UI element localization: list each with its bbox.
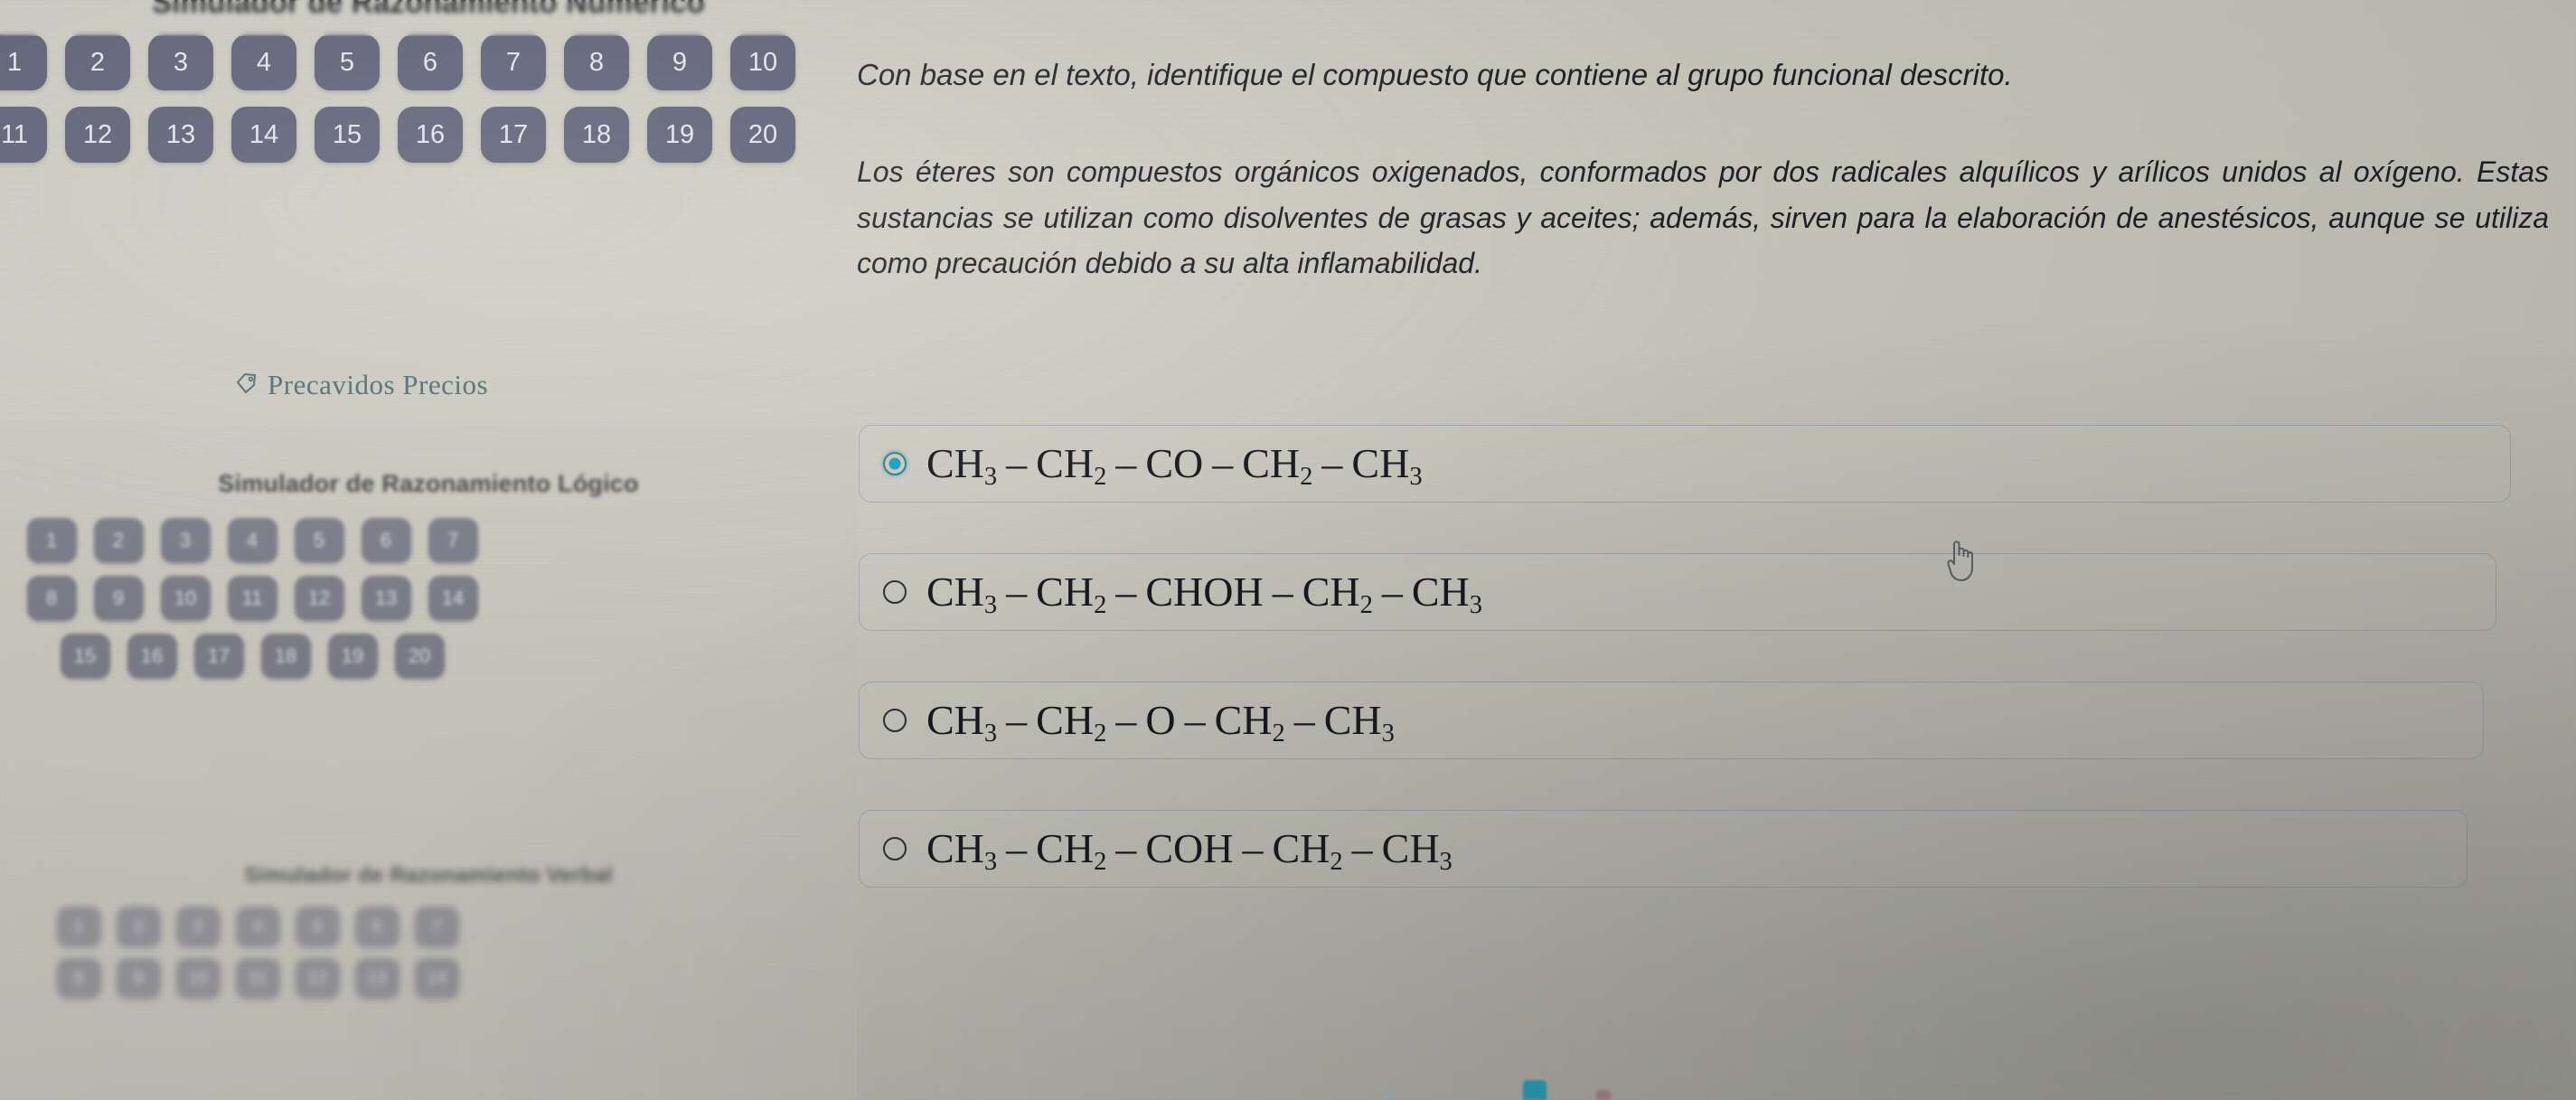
question-number-button[interactable]: 16: [398, 107, 463, 163]
question-number-button[interactable]: 19: [647, 107, 712, 163]
question-number-button[interactable]: 5: [294, 518, 344, 563]
question-number-button[interactable]: 13: [148, 107, 213, 163]
question-number-button[interactable]: 7: [481, 34, 546, 90]
answer-option-c[interactable]: CH3– CH2– O – CH2– CH3: [859, 682, 2484, 759]
question-number-button[interactable]: 14: [231, 107, 296, 163]
radio-button[interactable]: [883, 837, 907, 860]
answer-option-d[interactable]: CH3– CH2– COH – CH2– CH3: [859, 810, 2468, 888]
question-number-button[interactable]: 10: [175, 958, 221, 999]
question-number-button[interactable]: 10: [730, 34, 795, 90]
question-number-button[interactable]: 3: [175, 907, 221, 947]
question-number-button[interactable]: 17: [193, 634, 244, 679]
brand-name: Precavidos Precios: [268, 369, 489, 400]
question-number-button[interactable]: 20: [730, 107, 795, 163]
section-title-numerico: Simulador de Razonamiento Numérico: [152, 0, 705, 19]
question-number-button[interactable]: 12: [295, 958, 340, 999]
section-title-logico: Simulador de Razonamiento Lógico: [218, 470, 639, 497]
question-number-grid-logico[interactable]: 1 2 3 4 5 6 7 8 9 10 11 12 13 14 15 16 17 18 19 20: [13, 518, 492, 679]
question-number-button[interactable]: 12: [294, 576, 344, 621]
question-number-button[interactable]: 17: [481, 107, 546, 163]
question-number-button[interactable]: 5: [315, 34, 380, 90]
question-number-button[interactable]: 1: [0, 34, 47, 90]
question-number-button[interactable]: 18: [564, 107, 629, 163]
brand-logo[interactable]: Precavidos Precios: [233, 369, 488, 401]
question-number-button[interactable]: 2: [116, 907, 161, 947]
question-number-button[interactable]: 8: [26, 576, 77, 621]
price-tag-icon: [233, 371, 259, 400]
section-razonamiento-verbal: Simulador de Razonamiento Verbal 1234567…: [0, 863, 857, 999]
question-number-button[interactable]: 13: [361, 576, 411, 621]
reading-passage: Los éteres son compuestos orgánicos oxig…: [857, 155, 2549, 280]
question-number-button[interactable]: 7: [414, 907, 459, 947]
question-number-button[interactable]: 14: [414, 958, 459, 999]
question-number-button[interactable]: 5: [295, 907, 340, 947]
question-number-button[interactable]: 1: [56, 907, 101, 947]
question-number-button[interactable]: 15: [315, 107, 380, 163]
chemical-formula: CH3– CH2– CO – CH2– CH3: [926, 440, 1423, 491]
question-number-button[interactable]: 12: [65, 107, 130, 163]
question-prompt: Con base en el texto, identifique el com…: [857, 58, 2013, 91]
question-number-button[interactable]: 14: [428, 576, 478, 621]
question-number-button[interactable]: 2: [65, 34, 130, 90]
question-number-button[interactable]: 18: [260, 634, 311, 679]
radio-button[interactable]: [883, 709, 907, 732]
question-number-button[interactable]: 10: [160, 576, 211, 621]
question-number-button[interactable]: 6: [354, 907, 400, 947]
question-number-grid-verbal[interactable]: 1 2 3 4 5 6 7 8 9 10 11 12 13 14: [50, 907, 465, 999]
question-number-button[interactable]: 9: [116, 958, 161, 999]
screen-bottom-artifact-blue: [1385, 1092, 1396, 1100]
question-number-button[interactable]: 19: [327, 634, 378, 679]
question-number-button[interactable]: 9: [93, 576, 144, 621]
question-number-button[interactable]: 2: [93, 518, 144, 563]
question-number-button[interactable]: 7: [428, 518, 478, 563]
radio-button-selected[interactable]: [883, 452, 907, 475]
chemical-formula: CH3– CH2– CHOH – CH2– CH3: [926, 569, 1483, 619]
question-number-button[interactable]: 6: [361, 518, 411, 563]
question-number-grid-numerico[interactable]: 1 2 3 4 5 6 7 8 9 10 11 12 13 14 15 16 17 18 19 20: [0, 34, 795, 163]
question-number-button[interactable]: 9: [647, 34, 712, 90]
question-number-button[interactable]: 15: [60, 634, 110, 679]
section-title-verbal: Simulador de Razonamiento Verbal: [244, 863, 613, 888]
question-number-button[interactable]: 1: [26, 518, 77, 563]
screen-bottom-artifact-pink: [1596, 1090, 1611, 1100]
question-number-button[interactable]: 6: [398, 34, 463, 90]
question-number-button[interactable]: 3: [160, 518, 211, 563]
question-number-button[interactable]: 3: [148, 34, 213, 90]
chemical-formula: CH3– CH2– COH – CH2– CH3: [926, 825, 1453, 876]
section-razonamiento-logico: Simulador de Razonamiento Lógico 1234567…: [0, 470, 857, 679]
question-number-button[interactable]: 4: [235, 907, 280, 947]
question-number-button[interactable]: 11: [227, 576, 277, 621]
simulator-sidebar: Simulador de Razonamiento Numérico 12345…: [0, 0, 857, 1100]
question-number-button[interactable]: 13: [354, 958, 400, 999]
question-number-button[interactable]: 8: [56, 958, 101, 999]
question-number-button[interactable]: 11: [235, 958, 280, 999]
chemical-formula: CH3– CH2– O – CH2– CH3: [926, 697, 1395, 747]
screen-bottom-artifact-teal: [1523, 1080, 1547, 1100]
question-number-button[interactable]: 11: [0, 107, 47, 163]
answer-option-b[interactable]: CH3– CH2– CHOH – CH2– CH3: [859, 553, 2496, 631]
question-number-button[interactable]: 4: [231, 34, 296, 90]
answer-options-list: CH3– CH2– CO – CH2– CH3 CH3– CH2– CHOH – CH2– CH3 CH…: [859, 425, 2567, 938]
question-panel: Con base en el texto, identifique el com…: [857, 0, 2576, 1100]
radio-button[interactable]: [883, 580, 907, 604]
question-number-button[interactable]: 8: [564, 34, 629, 90]
answer-option-a[interactable]: CH3– CH2– CO – CH2– CH3: [859, 425, 2511, 503]
question-number-button[interactable]: 20: [394, 634, 445, 679]
question-number-button[interactable]: 16: [127, 634, 177, 679]
section-razonamiento-numerico: Simulador de Razonamiento Numérico 12345…: [0, 0, 857, 163]
question-number-button[interactable]: 4: [227, 518, 277, 563]
